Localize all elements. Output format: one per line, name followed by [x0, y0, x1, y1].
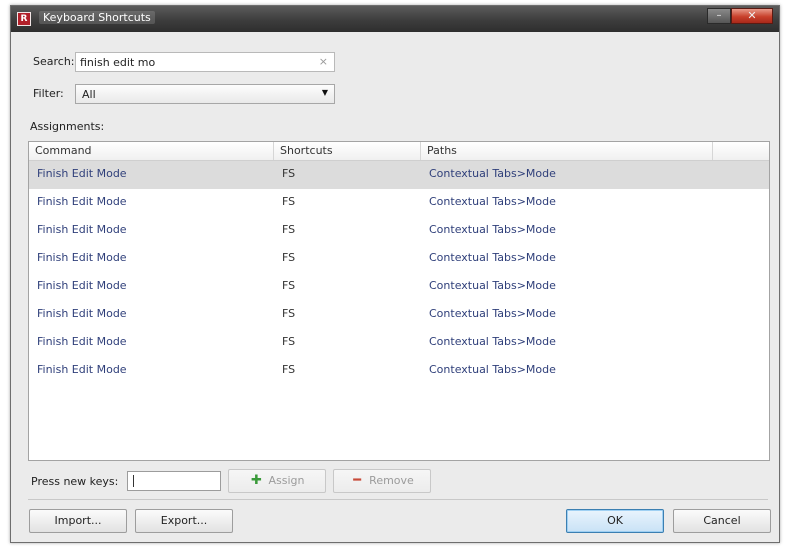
filter-selected-value: All — [82, 88, 96, 101]
app-icon: R — [17, 12, 31, 26]
table-header: Command Shortcuts Paths — [29, 142, 769, 161]
chevron-down-icon[interactable]: ▼ — [322, 88, 328, 97]
command-cell: Finish Edit Mode — [37, 363, 127, 376]
assign-button-label: Assign — [268, 474, 305, 487]
remove-button[interactable]: ━ Remove — [333, 469, 431, 493]
minimize-button[interactable]: – — [707, 8, 731, 24]
title-bar[interactable]: R Keyboard Shortcuts – ✕ — [11, 6, 779, 32]
assignments-table[interactable]: Command Shortcuts Paths Finish Edit Mode… — [28, 141, 770, 461]
table-row[interactable]: Finish Edit Mode FS Contextual Tabs>Mode — [29, 217, 769, 245]
ok-button[interactable]: OK — [566, 509, 664, 533]
path-cell: Contextual Tabs>Mode — [429, 279, 556, 292]
path-cell: Contextual Tabs>Mode — [429, 251, 556, 264]
command-cell: Finish Edit Mode — [37, 167, 127, 180]
plus-icon: ✚ — [251, 473, 262, 488]
command-cell: Finish Edit Mode — [37, 307, 127, 320]
minus-icon: ━ — [353, 473, 362, 488]
filter-label: Filter: — [33, 87, 64, 100]
path-cell: Contextual Tabs>Mode — [429, 195, 556, 208]
import-button[interactable]: Import... — [29, 509, 127, 533]
new-keys-input[interactable] — [131, 473, 219, 489]
window-controls: – ✕ — [707, 8, 773, 26]
table-row[interactable]: Finish Edit Mode FS Contextual Tabs>Mode — [29, 357, 769, 385]
path-cell: Contextual Tabs>Mode — [429, 307, 556, 320]
assignments-label: Assignments: — [30, 120, 105, 133]
command-cell: Finish Edit Mode — [37, 195, 127, 208]
table-row[interactable]: Finish Edit Mode FS Contextual Tabs>Mode — [29, 273, 769, 301]
table-row[interactable]: Finish Edit Mode FS Contextual Tabs>Mode — [29, 329, 769, 357]
clear-search-icon[interactable]: × — [319, 55, 328, 68]
cancel-button[interactable]: Cancel — [673, 509, 771, 533]
close-button[interactable]: ✕ — [731, 8, 773, 24]
path-cell: Contextual Tabs>Mode — [429, 223, 556, 236]
column-header-command[interactable]: Command — [29, 142, 274, 160]
assign-button[interactable]: ✚ Assign — [228, 469, 326, 493]
shortcut-cell: FS — [282, 279, 296, 292]
path-cell: Contextual Tabs>Mode — [429, 335, 556, 348]
path-cell: Contextual Tabs>Mode — [429, 167, 556, 180]
shortcut-cell: FS — [282, 363, 296, 376]
divider — [28, 499, 768, 500]
search-field[interactable]: × — [75, 52, 335, 72]
press-new-keys-label: Press new keys: — [31, 475, 119, 488]
export-button[interactable]: Export... — [135, 509, 233, 533]
command-cell: Finish Edit Mode — [37, 223, 127, 236]
command-cell: Finish Edit Mode — [37, 335, 127, 348]
shortcut-cell: FS — [282, 307, 296, 320]
table-body: Finish Edit Mode FS Contextual Tabs>Mode… — [29, 161, 769, 385]
filter-dropdown[interactable]: All ▼ — [75, 84, 335, 104]
window-title: Keyboard Shortcuts — [39, 11, 155, 24]
shortcut-cell: FS — [282, 223, 296, 236]
shortcut-cell: FS — [282, 167, 296, 180]
path-cell: Contextual Tabs>Mode — [429, 363, 556, 376]
column-header-paths[interactable]: Paths — [421, 142, 713, 160]
table-row[interactable]: Finish Edit Mode FS Contextual Tabs>Mode — [29, 301, 769, 329]
shortcut-cell: FS — [282, 335, 296, 348]
table-row[interactable]: Finish Edit Mode FS Contextual Tabs>Mode — [29, 245, 769, 273]
remove-button-label: Remove — [369, 474, 414, 487]
command-cell: Finish Edit Mode — [37, 279, 127, 292]
search-input[interactable] — [80, 55, 306, 69]
command-cell: Finish Edit Mode — [37, 251, 127, 264]
keyboard-shortcuts-dialog: R Keyboard Shortcuts – ✕ Search: × Filte… — [10, 5, 780, 543]
table-row[interactable]: Finish Edit Mode FS Contextual Tabs>Mode — [29, 161, 769, 189]
new-keys-field[interactable] — [127, 471, 221, 491]
shortcut-cell: FS — [282, 195, 296, 208]
column-header-shortcuts[interactable]: Shortcuts — [274, 142, 421, 160]
table-row[interactable]: Finish Edit Mode FS Contextual Tabs>Mode — [29, 189, 769, 217]
shortcut-cell: FS — [282, 251, 296, 264]
search-label: Search: — [33, 55, 75, 68]
